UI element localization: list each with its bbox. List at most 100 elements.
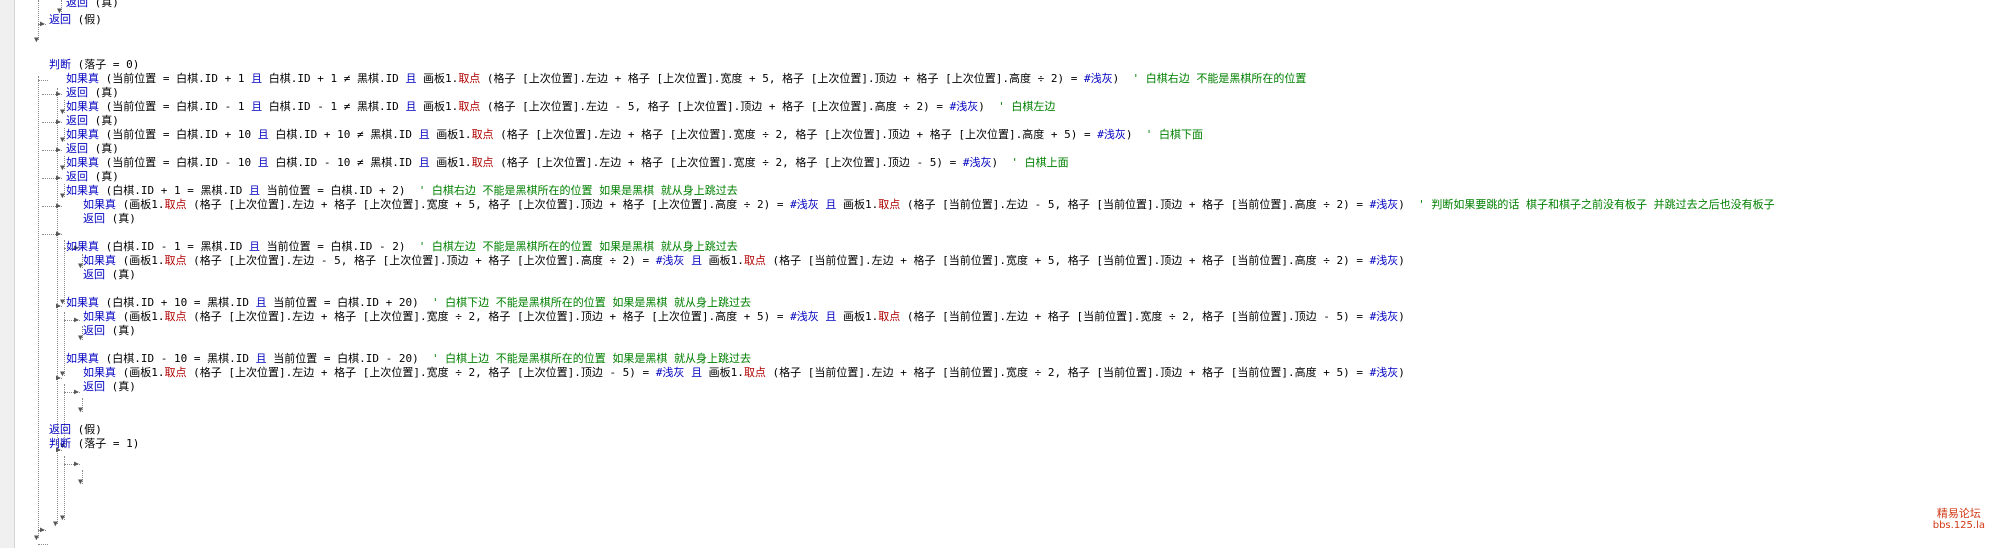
flow-arrow-icon: ▼ xyxy=(60,107,65,116)
code-function: 取点 xyxy=(164,366,187,379)
code-keyword: 返回 xyxy=(66,86,88,99)
code-keyword: 返回 xyxy=(83,212,105,225)
code-token: 白棋.ID + 10 ≠ 黑棋.ID xyxy=(268,128,419,141)
code-keyword: 返回 xyxy=(49,13,71,26)
flow-line xyxy=(64,312,65,376)
code-keyword: 返回 xyxy=(49,423,71,436)
code-token: 白棋.ID - 10 ≠ 黑棋.ID xyxy=(268,156,419,169)
code-line[interactable]: 返回 (真) xyxy=(66,0,119,10)
flow-arrow-icon: ▶ xyxy=(40,525,45,534)
code-token: #浅灰 xyxy=(655,254,685,267)
code-token: (格子 [当前位置].左边 + 格子 [当前位置].宽度 ÷ 2, 格子 [当前… xyxy=(765,366,1370,379)
code-token: 画板1. xyxy=(702,254,744,267)
code-keyword: 返回 xyxy=(83,268,105,281)
code-line[interactable]: 判断 (落子 = 0) xyxy=(49,58,139,72)
flow-arrow-icon: ▶ xyxy=(56,373,61,382)
code-token: 画板1. xyxy=(429,128,472,141)
flow-arrow-icon: ▶ xyxy=(56,229,61,238)
code-function: 取点 xyxy=(878,310,901,323)
code-token: #浅灰 xyxy=(1369,254,1399,267)
code-token: #浅灰 xyxy=(1369,310,1399,323)
code-token: (格子 [上次位置].左边 - 5, 格子 [上次位置].顶边 + 格子 [上次… xyxy=(480,100,950,113)
code-token: (格子 [上次位置].左边 + 格子 [上次位置].宽度 ÷ 2, 格子 [上次… xyxy=(493,156,963,169)
code-line[interactable]: 返回 (真) xyxy=(83,268,136,282)
code-line[interactable]: 如果真 (当前位置 = 白棋.ID + 10 且 白棋.ID + 10 ≠ 黑棋… xyxy=(66,128,1203,142)
code-token: #浅灰 xyxy=(949,100,979,113)
code-line[interactable]: 返回 (假) xyxy=(49,13,102,27)
code-line[interactable]: 如果真 (画板1.取点 (格子 [上次位置].左边 - 5, 格子 [上次位置]… xyxy=(83,254,1405,268)
code-comment: ' 白棋左边 不能是黑棋所在的位置 如果是黑棋 就从身上跳过去 xyxy=(418,240,738,253)
code-token: (格子 [上次位置].左边 + 格子 [上次位置].宽度 ÷ 2, 格子 [上次… xyxy=(186,310,791,323)
code-token: (真) xyxy=(88,114,119,127)
code-line[interactable]: 返回 (真) xyxy=(83,324,136,338)
code-token: (格子 [上次位置].左边 - 5, 格子 [上次位置].顶边 + 格子 [上次… xyxy=(186,254,656,267)
code-token: 画板1. xyxy=(416,100,459,113)
code-line[interactable]: 如果真 (当前位置 = 白棋.ID - 1 且 白棋.ID - 1 ≠ 黑棋.I… xyxy=(66,100,1055,114)
flow-arrow-icon: ▼ xyxy=(78,405,83,414)
code-token: 当前位置 = 白棋.ID - 20) xyxy=(266,352,432,365)
code-token: (格子 [上次位置].左边 + 格子 [上次位置].宽度 ÷ 2, 格子 [上次… xyxy=(186,366,656,379)
code-line[interactable]: 如果真 (画板1.取点 (格子 [上次位置].左边 + 格子 [上次位置].宽度… xyxy=(83,366,1405,380)
code-line[interactable]: 判断 (落子 = 1) xyxy=(49,437,139,451)
code-keyword: 返回 xyxy=(66,114,88,127)
code-line[interactable]: 如果真 (画板1.取点 (格子 [上次位置].左边 + 格子 [上次位置].宽度… xyxy=(83,310,1405,324)
code-line[interactable]: 如果真 (当前位置 = 白棋.ID - 10 且 白棋.ID - 10 ≠ 黑棋… xyxy=(66,156,1069,170)
code-line[interactable]: 返回 (真) xyxy=(66,170,119,184)
code-comment: ' 白棋下边 不能是黑棋所在的位置 如果是黑棋 就从身上跳过去 xyxy=(431,296,752,309)
code-line[interactable]: 返回 (真) xyxy=(83,212,136,226)
code-token: (白棋.ID - 1 = 黑棋.ID xyxy=(99,240,249,253)
code-keyword: 如果真 xyxy=(66,240,99,253)
flow-arrow-icon: ▶ xyxy=(56,145,61,154)
flow-arrow-icon: ▶ xyxy=(74,459,79,468)
code-keyword: 如果真 xyxy=(66,156,99,169)
code-keyword: 判断 xyxy=(49,437,71,450)
code-line[interactable]: 返回 (假) xyxy=(49,423,102,437)
code-line[interactable]: 如果真 (当前位置 = 白棋.ID + 1 且 白棋.ID + 1 ≠ 黑棋.I… xyxy=(66,72,1306,86)
flow-arrow-icon: ▼ xyxy=(34,35,39,44)
code-token: (格子 [当前位置].左边 + 格子 [当前位置].宽度 + 5, 格子 [当前… xyxy=(765,254,1370,267)
code-line[interactable]: 如果真 (白棋.ID - 10 = 黑棋.ID 且 当前位置 = 白棋.ID -… xyxy=(66,352,751,366)
code-line[interactable]: 如果真 (白棋.ID - 1 = 黑棋.ID 且 当前位置 = 白棋.ID - … xyxy=(66,240,738,254)
flow-arrow-icon: ▼ xyxy=(53,519,58,528)
code-keyword: 且 xyxy=(691,366,703,379)
code-token: (白棋.ID - 10 = 黑棋.ID xyxy=(99,352,256,365)
code-token: (当前位置 = 白棋.ID - 10 xyxy=(99,156,258,169)
code-line[interactable]: 返回 (真) xyxy=(66,86,119,100)
code-function: 取点 xyxy=(471,128,494,141)
code-comment: ' 白棋左边 xyxy=(998,100,1056,113)
code-comment: ' 白棋右边 不能是黑棋所在的位置 xyxy=(1132,72,1307,85)
code-function: 取点 xyxy=(164,254,187,267)
code-token: ) xyxy=(1398,310,1405,323)
code-line[interactable]: 如果真 (白棋.ID + 10 = 黑棋.ID 且 当前位置 = 白棋.ID +… xyxy=(66,296,751,310)
code-token: (格子 [当前位置].左边 - 5, 格子 [当前位置].顶边 + 格子 [当前… xyxy=(900,198,1370,211)
code-keyword: 且 xyxy=(418,128,430,141)
code-keyword: 且 xyxy=(251,100,263,113)
code-token: 白棋.ID - 1 ≠ 黑棋.ID xyxy=(262,100,406,113)
flow-arrow-icon: ▼ xyxy=(60,163,65,172)
code-token: #浅灰 xyxy=(1083,72,1113,85)
code-keyword: 且 xyxy=(251,72,263,85)
code-token: (真) xyxy=(105,324,136,337)
code-keyword: 如果真 xyxy=(66,128,99,141)
code-line[interactable]: 返回 (真) xyxy=(83,380,136,394)
code-token: 当前位置 = 白棋.ID - 2) xyxy=(259,240,419,253)
code-keyword: 如果真 xyxy=(66,184,99,197)
code-token: #浅灰 xyxy=(1369,366,1399,379)
flow-line xyxy=(38,76,39,538)
code-line[interactable]: 返回 (真) xyxy=(66,142,119,156)
code-token: 画板1. xyxy=(429,156,472,169)
code-token: (真) xyxy=(105,380,136,393)
flow-arrow-icon: ▶ xyxy=(74,315,79,324)
code-editor[interactable]: ▼ ▶ ▼ ▶ ▶ ▶ ▶ ▶ ▶ ▼ ▼ ▼ ▼ ▶ ▼ ▶ ▼ ▶ ▼ ▶ ▼ ▶ ▼ ▶ ▼ ▶ ▼ ▶ ▼ ▼ ▶ ▼ 返回 (真) 返… xyxy=(14,0,1997,548)
code-line[interactable]: 如果真 (白棋.ID + 1 = 黑棋.ID 且 当前位置 = 白棋.ID + … xyxy=(66,184,738,198)
code-comment: ' 判断如果要跳的话 棋子和棋子之前没有板子 并跳过去之后也没有板子 xyxy=(1418,198,1775,211)
code-line[interactable]: 如果真 (画板1.取点 (格子 [上次位置].左边 + 格子 [上次位置].宽度… xyxy=(83,198,1775,212)
code-token: (当前位置 = 白棋.ID - 1 xyxy=(99,100,252,113)
flow-arrow-icon: ▼ xyxy=(60,191,65,200)
code-line[interactable]: 返回 (真) xyxy=(66,114,119,128)
code-token: (假) xyxy=(71,13,102,26)
flow-line xyxy=(38,0,39,40)
flow-branch xyxy=(38,544,48,545)
code-function: 取点 xyxy=(743,254,766,267)
flow-arrow-icon: ▼ xyxy=(60,513,65,522)
